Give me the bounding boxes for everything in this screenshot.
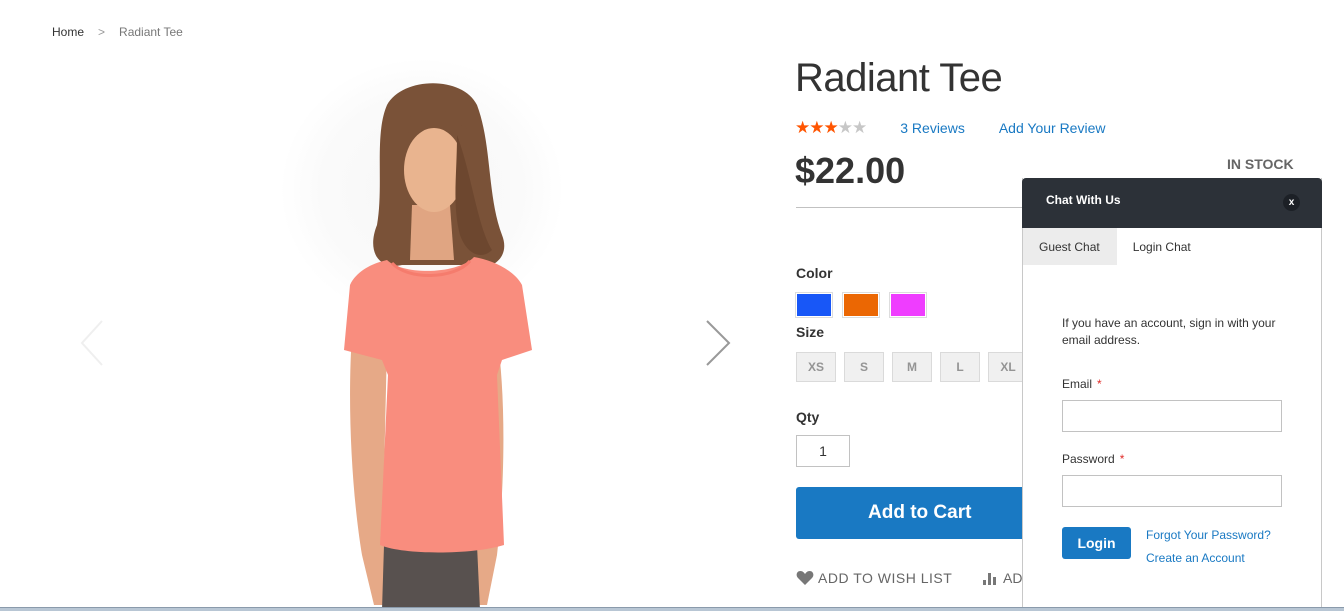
required-mark: * [1097, 377, 1102, 391]
star-filled-icon: ★ [809, 118, 824, 137]
heart-icon [796, 571, 814, 585]
star-filled-icon: ★ [823, 118, 839, 137]
chat-widget: Chat With Us x Guest Chat Login Chat If … [1022, 178, 1322, 608]
tab-guest-chat[interactable]: Guest Chat [1023, 228, 1117, 265]
left-arm [350, 335, 387, 605]
qty-input[interactable] [796, 435, 850, 467]
breadcrumb-current: Radiant Tee [119, 25, 183, 39]
login-button[interactable]: Login [1062, 527, 1131, 559]
add-to-wishlist-link[interactable]: ADD TO WISH LIST [796, 570, 952, 586]
pants [382, 545, 480, 610]
color-swatches [795, 292, 927, 318]
product-title: Radiant Tee [795, 56, 1003, 100]
password-label: Password * [1062, 452, 1281, 466]
compare-label: AD [1003, 570, 1023, 586]
star-empty-icon: ★ [852, 118, 867, 137]
product-gallery [52, 55, 752, 610]
product-rating: ★ ★ ★ ★ ★ 3 Reviews Add Your Review [795, 118, 1105, 138]
size-option-s[interactable]: S [844, 352, 884, 382]
wishlist-label: ADD TO WISH LIST [818, 570, 953, 586]
password-field[interactable] [1062, 475, 1282, 507]
email-label: Email * [1062, 377, 1281, 391]
create-account-link[interactable]: Create an Account [1146, 550, 1271, 566]
breadcrumb-separator: > [98, 25, 106, 39]
face [404, 128, 464, 212]
color-swatch-orange[interactable] [842, 292, 880, 318]
close-icon: x [1288, 197, 1295, 208]
forgot-password-link[interactable]: Forgot Your Password? [1146, 527, 1271, 543]
rating-stars: ★ ★ ★ ★ ★ [795, 118, 867, 138]
chat-title: Chat With Us [1046, 193, 1121, 207]
size-option-m[interactable]: M [892, 352, 932, 382]
color-swatch-purple[interactable] [889, 292, 927, 318]
chat-tabs: Guest Chat Login Chat [1023, 228, 1321, 265]
stock-status: IN STOCK [1227, 156, 1294, 172]
chevron-left-icon [80, 320, 103, 366]
reviews-link[interactable]: 3 Reviews [900, 120, 965, 136]
password-label-text: Password [1062, 452, 1115, 466]
email-field[interactable] [1062, 400, 1282, 432]
login-actions: Login Forgot Your Password? Create an Ac… [1062, 527, 1281, 573]
login-intro-text: If you have an account, sign in with you… [1062, 316, 1276, 347]
bar-chart-icon [983, 573, 996, 585]
required-mark: * [1119, 452, 1125, 466]
breadcrumb-home-link[interactable]: Home [52, 25, 84, 39]
tab-login-chat[interactable]: Login Chat [1117, 228, 1208, 265]
login-links: Forgot Your Password? Create an Account [1146, 527, 1271, 573]
neck [410, 205, 454, 260]
size-label: Size [796, 324, 825, 340]
chat-header: Chat With Us x [1022, 178, 1322, 228]
price-divider [796, 207, 1026, 208]
qty-label: Qty [796, 409, 820, 425]
email-label-text: Email [1062, 377, 1093, 391]
size-options: XS S M L XL [796, 352, 1028, 382]
chat-close-button[interactable]: x [1283, 194, 1300, 211]
size-option-xs[interactable]: XS [796, 352, 836, 382]
star-filled-icon: ★ [795, 118, 810, 137]
gallery-next-button[interactable] [697, 315, 737, 371]
breadcrumb: Home > Radiant Tee [52, 25, 183, 39]
star-empty-icon: ★ [837, 118, 853, 137]
chevron-right-icon [706, 320, 731, 366]
add-to-cart-button[interactable]: Add to Cart [796, 487, 1036, 539]
add-review-link[interactable]: Add Your Review [999, 120, 1106, 136]
bottom-edge [0, 607, 1344, 611]
product-price: $22.00 [795, 150, 906, 191]
login-form: If you have an account, sign in with you… [1023, 265, 1321, 573]
product-image [344, 83, 532, 610]
add-to-compare-link[interactable]: AD [982, 570, 1022, 586]
color-label: Color [796, 265, 833, 281]
color-swatch-blue[interactable] [795, 292, 833, 318]
size-option-l[interactable]: L [940, 352, 980, 382]
gallery-prev-button[interactable] [74, 315, 114, 371]
